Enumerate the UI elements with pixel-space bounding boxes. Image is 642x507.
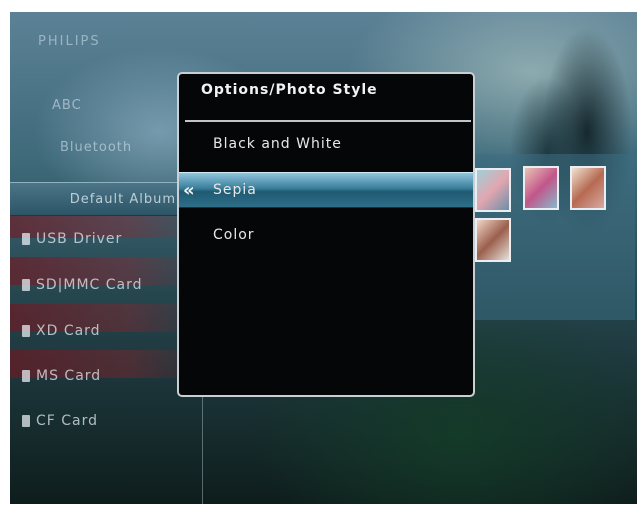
dialog-divider <box>185 120 471 122</box>
source-label: USB Driver <box>36 231 123 247</box>
option-label: Color <box>213 227 255 243</box>
option-black-and-white[interactable]: Black and White <box>179 126 473 162</box>
double-chevron-left-icon: « <box>183 179 196 201</box>
source-cf-card[interactable]: CF Card <box>10 404 202 438</box>
source-usb-driver[interactable]: USB Driver <box>10 222 202 256</box>
photo-thumbnail[interactable] <box>570 166 606 210</box>
photo-thumbnail[interactable] <box>475 168 511 212</box>
thumbnail-panel <box>475 154 635 320</box>
photo-thumbnail[interactable] <box>523 166 559 210</box>
option-sepia[interactable]: « Sepia <box>179 172 473 208</box>
menu-item-bluetooth: Bluetooth <box>60 140 133 155</box>
source-label: XD Card <box>36 323 101 339</box>
brand-logo: PHILIPS <box>38 34 101 49</box>
source-sd-mmc-card[interactable]: SD|MMC Card <box>10 268 202 302</box>
option-label: Black and White <box>213 136 342 152</box>
option-color[interactable]: Color <box>179 217 473 253</box>
source-ms-card[interactable]: MS Card <box>10 359 202 393</box>
memory-card-icon <box>22 325 30 337</box>
source-label: SD|MMC Card <box>36 277 143 293</box>
default-album-item[interactable]: Default Album <box>10 182 190 216</box>
source-xd-card[interactable]: XD Card <box>10 314 202 348</box>
source-label: CF Card <box>36 413 99 429</box>
dialog-title: Options/Photo Style <box>201 82 378 98</box>
memory-card-icon <box>22 370 30 382</box>
photo-thumbnail[interactable] <box>475 218 511 262</box>
option-label: Sepia <box>213 182 257 198</box>
source-label: MS Card <box>36 368 102 384</box>
options-dialog: Options/Photo Style Black and White « Se… <box>177 72 475 397</box>
memory-card-icon <box>22 279 30 291</box>
usb-drive-icon <box>22 233 30 245</box>
memory-card-icon <box>22 415 30 427</box>
menu-item-abc: ABC <box>52 98 82 113</box>
